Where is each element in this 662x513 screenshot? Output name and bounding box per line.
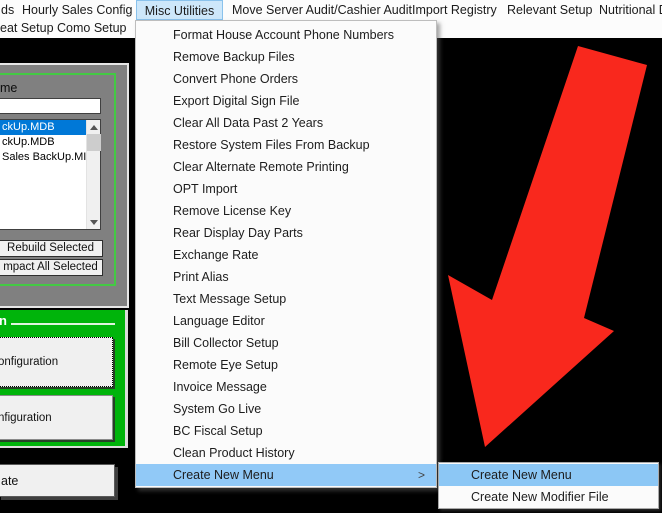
frame-caption: n [0,313,7,328]
frame-caption: me [0,81,17,95]
menu-item-import-registry[interactable]: Import Registry [412,0,497,20]
menu-option[interactable]: Bill Collector Setup [136,332,436,354]
menu-option[interactable]: Clear Alternate Remote Printing [136,156,436,178]
menu-option[interactable]: Format House Account Phone Numbers [136,24,436,46]
menu-bar: ds Hourly Sales Config Misc Utilities Mo… [0,0,662,20]
menu-option[interactable]: Text Message Setup [136,288,436,310]
menu-option[interactable]: Language Editor [136,310,436,332]
configuration-button-2[interactable]: nfiguration [0,395,113,440]
menu-item-clipped[interactable]: ds [1,0,14,20]
menu-option[interactable]: System Go Live [136,398,436,420]
scrollbar-thumb[interactable] [87,134,101,151]
list-item[interactable]: Sales BackUp.MI [0,150,100,165]
filename-input[interactable] [0,98,101,114]
menu-item-move-server-audit[interactable]: Move Server Audit/Cashier Audit [232,0,412,20]
backup-file-list[interactable]: ckUp.MDB ckUp.MDB Sales BackUp.MI [0,119,101,230]
menu-option[interactable]: Export Digital Sign File [136,90,436,112]
list-item[interactable]: ckUp.MDB [0,135,100,150]
misc-utilities-dropdown: Format House Account Phone Numbers Remov… [135,20,437,488]
menu-option[interactable]: Invoice Message [136,376,436,398]
update-button[interactable]: ate [0,464,115,497]
menu-item-hourly-sales-config[interactable]: Hourly Sales Config [22,0,132,20]
submenu-option-create-new-modifier-file[interactable]: Create New Modifier File [439,486,658,508]
submenu-option-create-new-menu[interactable]: Create New Menu [439,464,658,486]
menu-option[interactable]: Clean Product History [136,442,436,464]
menu-option[interactable]: Rear Display Day Parts [136,222,436,244]
app-window: ds Hourly Sales Config Misc Utilities Mo… [0,0,662,513]
menu-item-nutritional[interactable]: Nutritional D [599,0,662,20]
caption-divider [11,323,115,325]
menu-option[interactable]: Remove Backup Files [136,46,436,68]
list-scrollbar[interactable] [86,120,100,229]
backup-panel: me ckUp.MDB ckUp.MDB Sales BackUp.MI Reb… [0,63,129,308]
compact-all-selected-button[interactable]: mpact All Selected [0,259,103,276]
menu-option[interactable]: Clear All Data Past 2 Years [136,112,436,134]
button-label: ate [0,474,18,488]
menu-item-misc-utilities[interactable]: Misc Utilities [136,0,223,20]
scroll-down-icon[interactable] [87,215,101,229]
create-new-menu-submenu: Create New Menu Create New Modifier File [438,462,659,509]
menu-option[interactable]: Remote Eye Setup [136,354,436,376]
tab-eat-setup[interactable]: eat Setup [0,20,54,38]
tab-como-setup[interactable]: Como Setup [57,20,126,38]
button-label: nfiguration [0,412,52,424]
configuration-button-1[interactable]: onfiguration [0,337,113,387]
menu-item-relevant-setup[interactable]: Relevant Setup [507,0,592,20]
menu-option[interactable]: Exchange Rate [136,244,436,266]
list-item[interactable]: ckUp.MDB [0,120,100,135]
menu-option-label: Create New Menu [173,468,274,482]
menu-option[interactable]: OPT Import [136,178,436,200]
scroll-up-icon[interactable] [87,120,101,134]
button-label: onfiguration [0,356,58,368]
menu-option[interactable]: Remove License Key [136,200,436,222]
submenu-chevron-icon: > [418,464,425,486]
menu-option[interactable]: Restore System Files From Backup [136,134,436,156]
rebuild-selected-button[interactable]: Rebuild Selected [0,240,103,257]
configuration-panel: n onfiguration nfiguration [0,310,128,448]
menu-option[interactable]: BC Fiscal Setup [136,420,436,442]
menu-option[interactable]: Convert Phone Orders [136,68,436,90]
menu-option[interactable]: Print Alias [136,266,436,288]
menu-option-create-new-menu[interactable]: Create New Menu > [136,464,436,486]
